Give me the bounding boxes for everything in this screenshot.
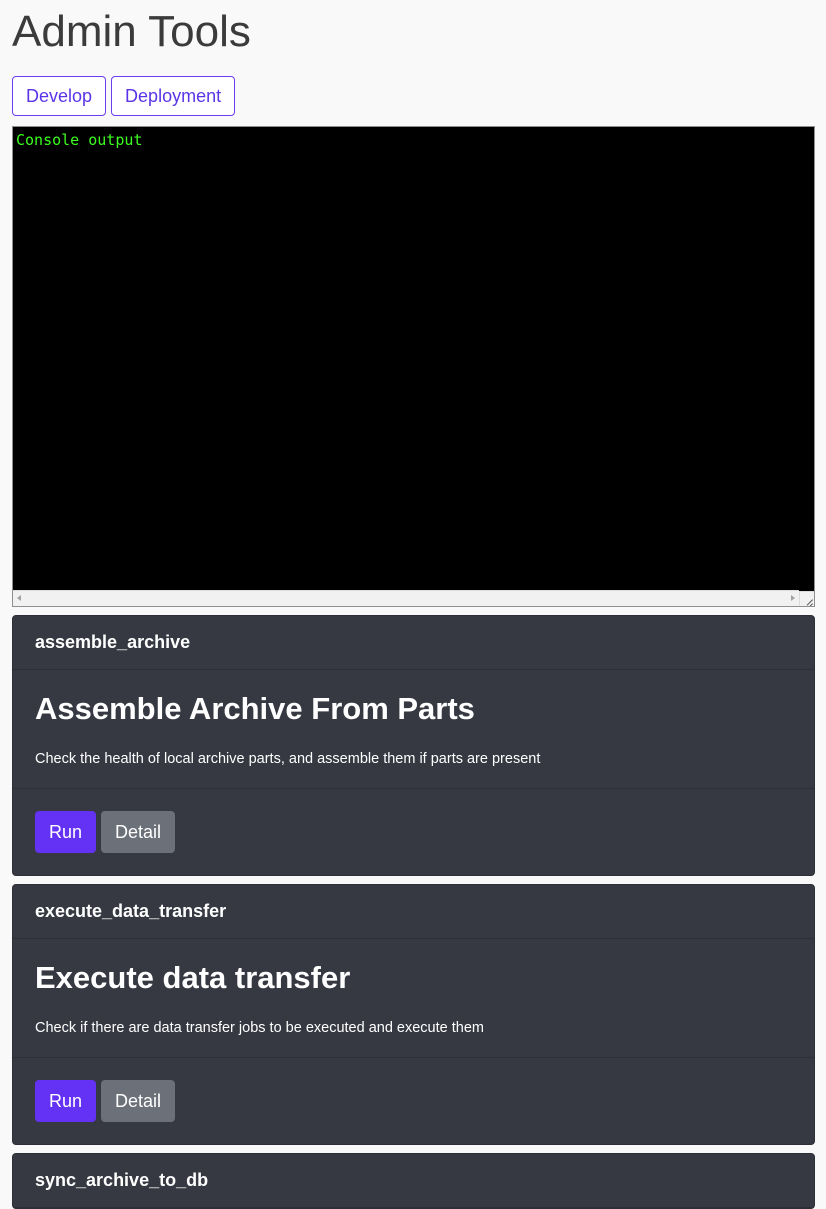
task-card-footer: Run Detail — [13, 789, 814, 875]
scroll-right-arrow-icon[interactable] — [791, 595, 795, 601]
task-card-execute-data-transfer: execute_data_transfer Execute data trans… — [12, 884, 815, 1145]
task-card-title: Assemble Archive From Parts — [35, 691, 475, 726]
console-output-text[interactable]: Console output — [13, 127, 814, 590]
tab-deployment[interactable]: Deployment — [111, 76, 236, 116]
run-button[interactable]: Run — [35, 811, 97, 853]
task-card-assemble-archive: assemble_archive Assemble Archive From P… — [12, 615, 815, 876]
detail-button[interactable]: Detail — [101, 811, 176, 853]
run-button[interactable]: Run — [35, 1080, 97, 1122]
task-card-description: Check if there are data transfer jobs to… — [35, 1020, 484, 1036]
tab-bar: Develop Deployment — [12, 76, 814, 116]
task-card-header: assemble_archive — [13, 616, 814, 670]
detail-button[interactable]: Detail — [101, 1080, 176, 1122]
task-card-body: Execute data transfer Check if there are… — [13, 939, 814, 1058]
task-card-footer: Run Detail — [13, 1058, 814, 1144]
tab-develop[interactable]: Develop — [12, 76, 107, 116]
task-card-header: execute_data_transfer — [13, 885, 814, 939]
task-card-body: Assemble Archive From Parts Check the he… — [13, 670, 814, 789]
task-card-title: Execute data transfer — [35, 960, 351, 995]
console-output[interactable]: Console output — [12, 126, 815, 607]
task-card-header: sync_archive_to_db — [13, 1154, 814, 1208]
console-horizontal-scrollbar[interactable] — [13, 590, 799, 606]
task-card-description: Check the health of local archive parts,… — [35, 751, 541, 767]
task-card-sync-archive-to-db: sync_archive_to_db — [12, 1153, 815, 1209]
scroll-left-arrow-icon[interactable] — [17, 595, 21, 601]
page-title: Admin Tools — [12, 7, 251, 56]
admin-tools-page: Admin Tools Develop Deployment Console o… — [0, 0, 826, 1209]
resize-handle-icon[interactable] — [799, 591, 814, 606]
